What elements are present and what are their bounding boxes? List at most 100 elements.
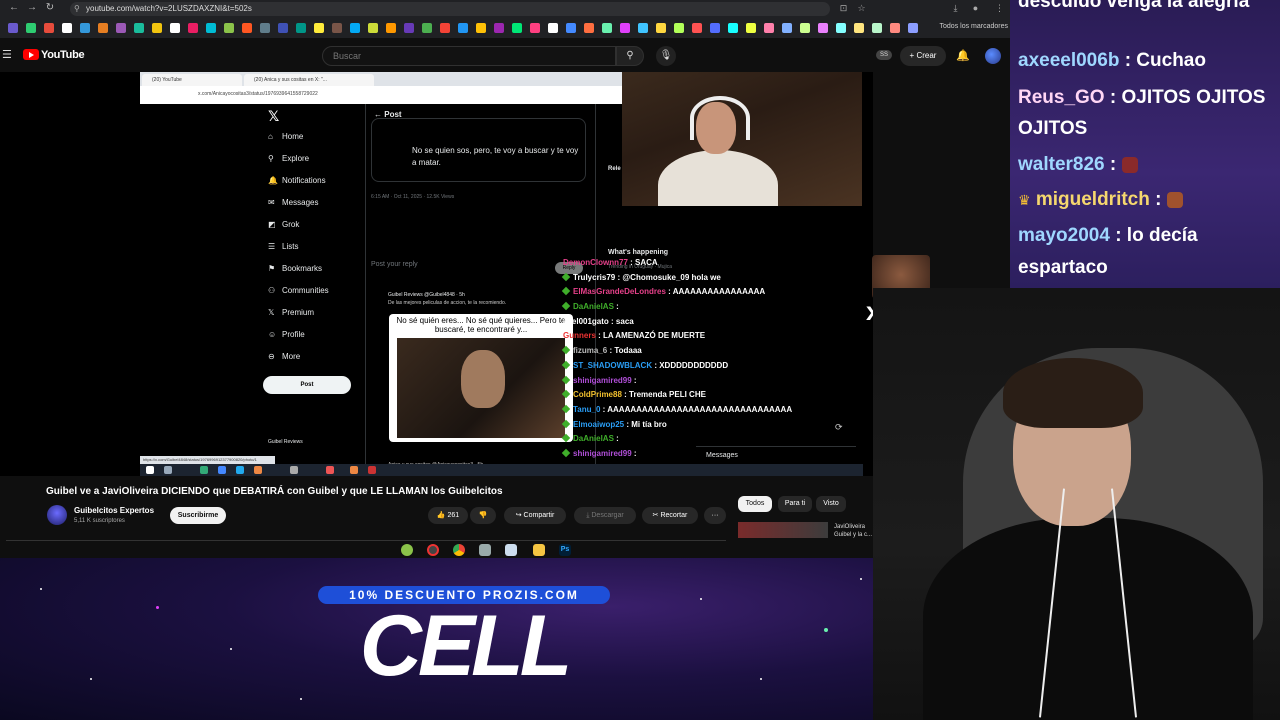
bookmark-icon[interactable]: [476, 23, 486, 33]
bookmark-icon[interactable]: [908, 23, 918, 33]
bookmark-icon[interactable]: [710, 23, 720, 33]
subscribe-button[interactable]: Suscribirme: [170, 507, 226, 524]
bookmark-icon[interactable]: [152, 23, 162, 33]
site-info-icon[interactable]: ⚲: [74, 2, 80, 16]
search-input[interactable]: [322, 46, 616, 66]
bookmark-icon[interactable]: [350, 23, 360, 33]
bookmark-icon[interactable]: [818, 23, 828, 33]
bookmark-icon[interactable]: [692, 23, 702, 33]
bookmark-icon[interactable]: [836, 23, 846, 33]
chip-visto[interactable]: Visto: [816, 496, 846, 512]
bookmark-icon[interactable]: [368, 23, 378, 33]
bookmark-icon[interactable]: [422, 23, 432, 33]
bookmark-icon[interactable]: [8, 23, 18, 33]
reload-icon[interactable]: ↻: [44, 2, 56, 14]
bookmark-icon[interactable]: [62, 23, 72, 33]
bookmark-icon[interactable]: [656, 23, 666, 33]
bookmark-icon[interactable]: [278, 23, 288, 33]
overlay-chat-line: espartaco: [1018, 257, 1108, 278]
create-button[interactable]: + Crear: [900, 46, 946, 66]
chrome-icon[interactable]: [453, 544, 465, 556]
recommended-video-thumbnail[interactable]: [738, 522, 828, 538]
app-icon[interactable]: [401, 544, 413, 556]
back-icon[interactable]: ←: [8, 2, 20, 14]
video-player[interactable]: (20) YouTube (20) Anica y sus cositas en…: [0, 72, 873, 476]
chip-todos[interactable]: Todos: [738, 496, 772, 512]
bookmark-icon[interactable]: [458, 23, 468, 33]
bookmark-icon[interactable]: [746, 23, 756, 33]
star-decoration: [860, 578, 862, 580]
more-actions-button[interactable]: ···: [704, 507, 726, 524]
profile-icon[interactable]: ●: [970, 3, 981, 14]
search-button[interactable]: ⚲: [616, 46, 644, 66]
install-icon[interactable]: ⊡: [838, 3, 849, 14]
photoshop-icon[interactable]: Ps: [559, 544, 571, 556]
bookmark-icon[interactable]: [764, 23, 774, 33]
voice-search-button[interactable]: 🎙: [656, 46, 676, 66]
bookmark-icon[interactable]: [80, 23, 90, 33]
bookmark-icon[interactable]: [674, 23, 684, 33]
sub-badge-icon: [561, 389, 571, 399]
download-icon[interactable]: ⤓: [950, 3, 961, 14]
bookmark-icon[interactable]: [440, 23, 450, 33]
address-bar[interactable]: ⚲ youtube.com/watch?v=2LUSZDAXZNI&t=502s: [70, 2, 830, 16]
bookmark-icon[interactable]: [620, 23, 630, 33]
obs-icon[interactable]: [427, 544, 439, 556]
account-avatar[interactable]: [985, 48, 1001, 64]
bookmark-icon[interactable]: [116, 23, 126, 33]
bookmark-star-icon[interactable]: ☆: [856, 3, 867, 14]
clip-button[interactable]: ✂ Recortar: [642, 507, 698, 524]
share-button[interactable]: ↪ Compartir: [504, 507, 566, 524]
meme-face: [461, 350, 505, 408]
channel-avatar[interactable]: [47, 505, 67, 525]
bookmark-icon[interactable]: [26, 23, 36, 33]
channel-name[interactable]: Guibelcitos Expertos: [74, 506, 154, 515]
recommended-video-meta[interactable]: JaviOliveira Guibel y la c...: [834, 523, 872, 539]
bookmark-icon[interactable]: [224, 23, 234, 33]
chip-para-ti[interactable]: Para ti: [778, 496, 812, 512]
bookmark-icon[interactable]: [530, 23, 540, 33]
bookmark-icon[interactable]: [170, 23, 180, 33]
bookmark-icon[interactable]: [548, 23, 558, 33]
bookmark-icon[interactable]: [386, 23, 396, 33]
ss-badge[interactable]: SS: [876, 50, 892, 60]
bookmark-icon[interactable]: [404, 23, 414, 33]
menu-icon[interactable]: ☰: [2, 48, 12, 61]
bookmark-icon[interactable]: [584, 23, 594, 33]
bookmark-icon[interactable]: [512, 23, 522, 33]
dislike-button[interactable]: 👎: [470, 507, 496, 524]
youtube-wordmark[interactable]: YouTube: [41, 49, 85, 61]
download-button[interactable]: ⤓ Descargar: [574, 507, 636, 524]
bookmark-icon[interactable]: [296, 23, 306, 33]
folder-icon[interactable]: [533, 544, 545, 556]
like-button[interactable]: 👍 261: [428, 507, 468, 524]
bookmark-icon[interactable]: [782, 23, 792, 33]
notifications-bell-icon[interactable]: 🔔: [956, 49, 970, 62]
bookmark-icon[interactable]: [242, 23, 252, 33]
all-bookmarks-link[interactable]: Todos los marcadores: [940, 23, 1008, 30]
bookmark-icon[interactable]: [494, 23, 504, 33]
meme-photo: [397, 338, 565, 438]
bookmark-icon[interactable]: [314, 23, 324, 33]
bookmark-icon[interactable]: [260, 23, 270, 33]
bookmark-icon[interactable]: [800, 23, 810, 33]
forward-icon[interactable]: →: [26, 2, 38, 14]
bookmark-icon[interactable]: [44, 23, 54, 33]
bookmark-icon[interactable]: [638, 23, 648, 33]
bookmark-icon[interactable]: [854, 23, 864, 33]
bookmark-icon[interactable]: [602, 23, 612, 33]
bookmark-icon[interactable]: [98, 23, 108, 33]
app-icon[interactable]: [479, 544, 491, 556]
bookmark-icon[interactable]: [134, 23, 144, 33]
list-icon: ☰: [268, 242, 276, 251]
menu-kebab-icon[interactable]: ⋮: [994, 3, 1005, 14]
bookmark-icon[interactable]: [206, 23, 216, 33]
youtube-logo-icon[interactable]: [23, 49, 39, 60]
bookmark-icon[interactable]: [728, 23, 738, 33]
bookmark-icon[interactable]: [566, 23, 576, 33]
bookmark-icon[interactable]: [332, 23, 342, 33]
bookmark-icon[interactable]: [872, 23, 882, 33]
bookmark-icon[interactable]: [890, 23, 900, 33]
app-icon[interactable]: [505, 544, 517, 556]
bookmark-icon[interactable]: [188, 23, 198, 33]
